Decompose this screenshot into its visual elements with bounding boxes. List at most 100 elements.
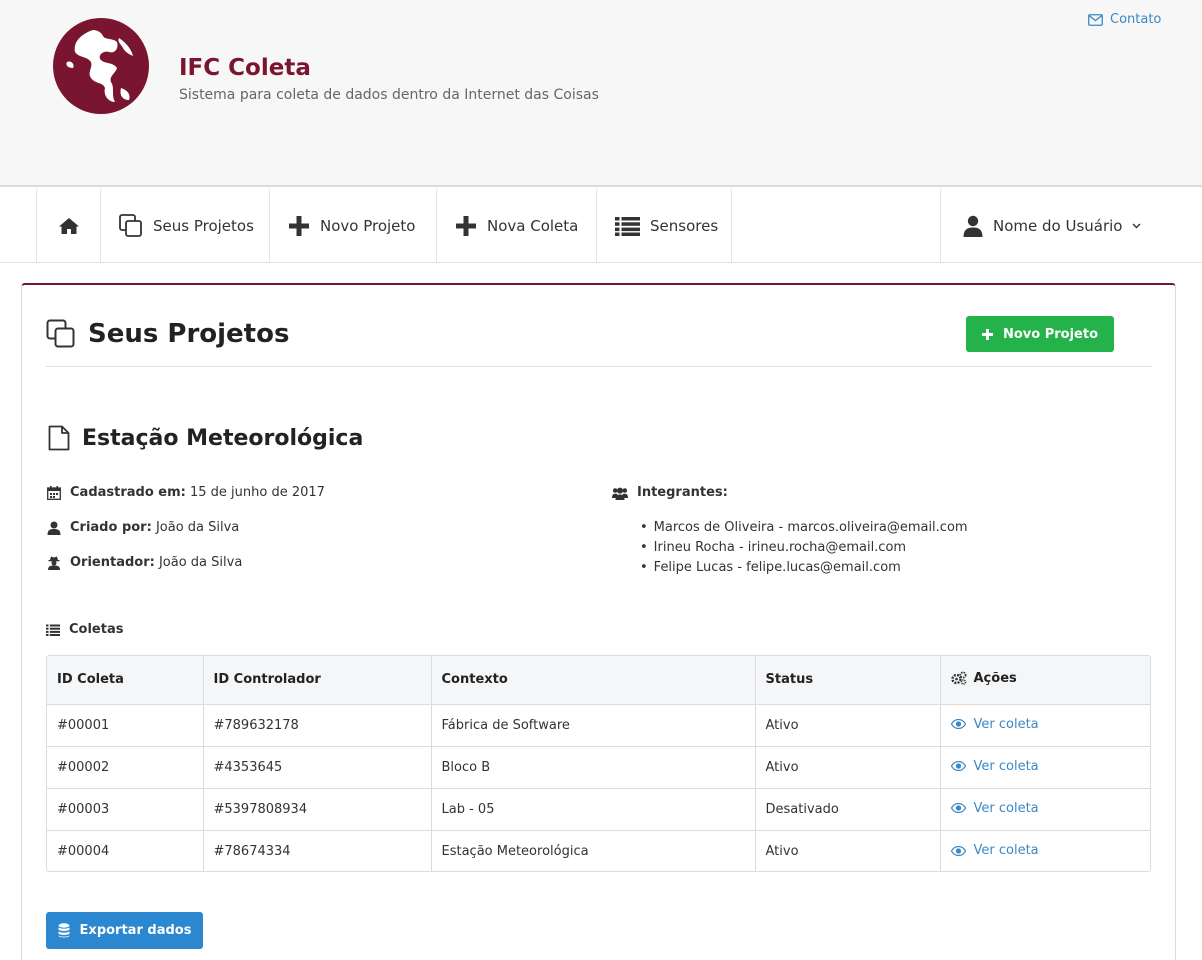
cell-controller: #789632178	[203, 704, 432, 747]
view-collection-link[interactable]: Ver coleta	[950, 800, 1039, 816]
cell-status: Desativado	[755, 788, 941, 831]
eye-icon	[950, 803, 966, 814]
cell-controller: #4353645	[203, 746, 432, 789]
view-collection-label: Ver coleta	[973, 843, 1039, 858]
cell-controller: #78674334	[203, 830, 432, 871]
list-item: Irineu Rocha - irineu.rocha@email.com	[640, 538, 968, 558]
col-status: Status	[755, 656, 941, 705]
table-header-row: ID Coleta ID Controlador Contexto Status	[47, 656, 1150, 705]
cell-id: #00004	[47, 830, 204, 871]
globe-logo[interactable]	[53, 18, 149, 114]
cell-controller: #5397808934	[203, 788, 432, 831]
cogs-icon	[950, 671, 967, 685]
users-icon	[612, 487, 628, 500]
coletas-heading: Coletas	[46, 622, 123, 637]
nav-sensores-label: Sensores	[650, 216, 719, 235]
nav-novo-projeto-label: Novo Projeto	[320, 216, 416, 235]
page-title: Seus Projetos	[46, 316, 289, 352]
eye-icon	[950, 761, 966, 772]
registered-value: 15 de junho de 2017	[190, 485, 325, 500]
creator-value: João da Silva	[155, 520, 240, 535]
registered-info: Cadastrado em: 15 de junho de 2017	[47, 485, 325, 501]
nav-sensores[interactable]: Sensores	[596, 189, 732, 262]
nav-home[interactable]	[36, 189, 100, 262]
calendar-icon	[47, 486, 61, 500]
plus-icon	[981, 328, 993, 340]
members-heading: Integrantes:	[612, 485, 728, 501]
new-project-button-label: Novo Projeto	[1002, 326, 1099, 342]
cell-context: Fábrica de Software	[431, 704, 756, 747]
table-row: #00002 #4353645 Bloco B Ativo Ver coleta	[47, 746, 1150, 789]
cell-id: #00002	[47, 746, 204, 789]
creator-label: Criado por:	[70, 520, 152, 535]
col-id-controlador: ID Controlador	[203, 656, 432, 705]
advisor-info: Orientador: João da Silva	[47, 555, 242, 571]
file-icon	[48, 425, 70, 451]
cell-status: Ativo	[755, 704, 941, 747]
view-collection-link[interactable]: Ver coleta	[950, 758, 1039, 774]
coletas-label: Coletas	[69, 622, 124, 637]
advisor-value: João da Silva	[158, 555, 243, 570]
user-name: Nome do Usuário	[993, 216, 1123, 235]
view-collection-link[interactable]: Ver coleta	[950, 716, 1039, 732]
col-acoes-label: Ações	[973, 670, 1017, 686]
cell-status: Ativo	[755, 746, 941, 789]
view-collection-label: Ver coleta	[973, 758, 1039, 774]
cell-context: Estação Meteorológica	[431, 830, 756, 871]
coletas-table: ID Coleta ID Controlador Contexto Status	[46, 655, 1151, 872]
nav-nova-coleta[interactable]: Nova Coleta	[436, 189, 596, 262]
cell-context: Lab - 05	[431, 788, 756, 831]
app-subtitle: Sistema para coleta de dados dentro da I…	[179, 87, 599, 103]
copy-icon	[119, 213, 143, 238]
view-collection-link[interactable]: Ver coleta	[950, 843, 1039, 858]
main-navbar: Seus Projetos Novo Projeto Nova Coleta S…	[0, 189, 1202, 263]
contact-link[interactable]: Contato	[1088, 12, 1161, 28]
creator-info: Criado por: João da Silva	[47, 520, 239, 536]
col-id-coleta: ID Coleta	[47, 656, 204, 705]
list-icon	[615, 216, 640, 236]
cell-id: #00003	[47, 788, 204, 831]
user-icon	[47, 521, 61, 535]
export-data-label: Exportar dados	[79, 923, 192, 938]
new-project-button[interactable]: Novo Projeto	[966, 316, 1114, 352]
cell-context: Bloco B	[431, 746, 756, 789]
database-icon	[58, 923, 70, 938]
nav-seus-projetos-label: Seus Projetos	[153, 216, 254, 235]
advisor-label: Orientador:	[70, 555, 155, 570]
nav-novo-projeto[interactable]: Novo Projeto	[269, 189, 436, 262]
project-title: Estação Meteorológica	[48, 422, 363, 454]
cell-id: #00001	[47, 704, 204, 747]
user-menu[interactable]: Nome do Usuário	[940, 189, 1202, 262]
home-icon	[58, 217, 80, 235]
plus-icon	[288, 215, 310, 237]
nav-seus-projetos[interactable]: Seus Projetos	[100, 189, 269, 262]
project-title-text: Estação Meteorológica	[82, 425, 364, 451]
plus-icon	[455, 215, 477, 237]
eye-icon	[950, 845, 966, 856]
divider	[46, 366, 1152, 367]
col-contexto: Contexto	[431, 656, 756, 705]
table-row: #00003 #5397808934 Lab - 05 Desativado V…	[47, 788, 1150, 831]
cell-status: Ativo	[755, 830, 941, 871]
export-data-button[interactable]: Exportar dados	[46, 912, 203, 949]
list-icon	[46, 624, 60, 636]
eye-icon	[950, 719, 966, 730]
table-row: #00001 #789632178 Fábrica de Software At…	[47, 704, 1150, 747]
copy-icon	[46, 319, 76, 349]
site-header: IFC Coleta Sistema para coleta de dados …	[0, 0, 1202, 187]
list-item: Felipe Lucas - felipe.lucas@email.com	[640, 558, 968, 578]
chevron-down-icon	[1132, 223, 1141, 229]
contact-label: Contato	[1110, 12, 1162, 27]
table-row: #00004 #78674334 Estação Meteorológica A…	[47, 830, 1150, 871]
user-secret-icon	[47, 556, 61, 570]
members-list: Marcos de Oliveira - marcos.oliveira@ema…	[640, 518, 968, 578]
globe-icon	[66, 30, 133, 102]
members-label: Integrantes:	[637, 485, 728, 500]
col-acoes: Ações	[940, 656, 1150, 705]
view-collection-label: Ver coleta	[973, 716, 1039, 732]
view-collection-label: Ver coleta	[973, 800, 1039, 816]
app-title[interactable]: IFC Coleta	[179, 54, 311, 82]
registered-label: Cadastrado em:	[70, 485, 186, 500]
envelope-icon	[1088, 14, 1103, 26]
page-title-text: Seus Projetos	[88, 319, 290, 349]
